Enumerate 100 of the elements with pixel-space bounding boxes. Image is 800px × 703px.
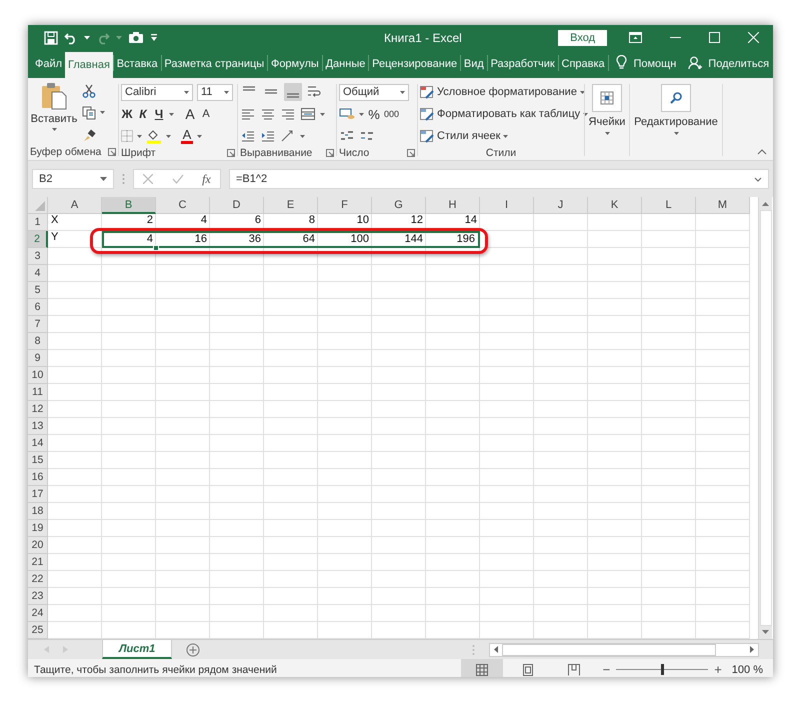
scroll-up-icon[interactable] [762,202,769,206]
column-header[interactable]: C [156,197,210,214]
row-header[interactable]: 8 [28,333,48,350]
ribbon-tab[interactable]: Главная [65,52,113,78]
zoom-out-button[interactable]: − [598,662,614,677]
caret-icon[interactable] [300,134,305,138]
row-header[interactable]: 21 [28,554,48,571]
thousands-separator-button[interactable]: 000 [384,109,400,119]
dialog-launcher-icon[interactable] [326,149,334,157]
cells-button[interactable]: Ячейки [587,82,627,160]
caret-icon[interactable] [137,134,142,138]
ribbon-display-icon[interactable] [629,32,642,43]
row-header[interactable]: 13 [28,418,48,435]
bold-button[interactable]: Ж [121,107,133,121]
caret-icon[interactable] [320,112,325,116]
zoom-slider-thumb[interactable] [661,664,664,675]
scroll-right-icon[interactable] [750,646,754,653]
zoom-in-button[interactable]: + [710,662,726,677]
customize-icon[interactable] [150,33,158,42]
dialog-launcher-icon[interactable] [407,149,415,157]
formula-input[interactable]: =B1^2 [229,169,769,189]
ribbon-tab[interactable]: Вставка [114,52,161,76]
row-header[interactable]: 22 [28,571,48,588]
row-header[interactable]: 9 [28,350,48,367]
row-header[interactable]: 14 [28,435,48,452]
number-format-dropdown[interactable]: Общий [339,84,409,100]
caret-icon[interactable] [84,36,90,40]
caret-icon[interactable] [197,134,202,138]
scroll-left-icon[interactable] [494,646,498,653]
column-header[interactable]: J [534,197,588,214]
row-header[interactable]: 19 [28,520,48,537]
currency-icon[interactable] [339,107,355,121]
column-header[interactable]: A [48,197,102,214]
row-header[interactable]: 18 [28,503,48,520]
insert-function-button[interactable]: fx [202,172,211,186]
row-header[interactable]: 16 [28,469,48,486]
row-header[interactable]: 5 [28,282,48,299]
dialog-launcher-icon[interactable] [108,148,116,156]
row-header[interactable]: 7 [28,316,48,333]
styles-menu-button[interactable]: Стили ячеек [420,126,582,146]
column-header[interactable]: M [696,197,750,214]
row-header[interactable]: 6 [28,299,48,316]
row-header[interactable]: 17 [28,486,48,503]
column-header[interactable]: I [480,197,534,214]
maximize-icon[interactable] [709,32,720,43]
row-header[interactable]: 25 [28,622,48,639]
ribbon-tab[interactable]: Данные [322,52,368,76]
lightbulb-icon[interactable] [616,55,628,70]
font-name-dropdown[interactable]: Calibri [121,84,193,100]
caret-icon[interactable] [166,134,171,138]
ribbon-tab[interactable]: Файл [32,52,66,76]
align-bottom-icon[interactable] [284,83,302,101]
fill-handle[interactable] [153,245,159,251]
increase-decimal-icon[interactable] [339,129,355,143]
sheet-tab[interactable]: Лист1 [102,640,172,659]
fill-color-icon[interactable] [146,128,162,144]
caret-icon[interactable] [169,112,174,116]
row-header[interactable]: 3 [28,248,48,265]
increase-font-size-button[interactable]: A [184,106,196,122]
ribbon-tab[interactable]: Разметка страницы [161,52,268,76]
expand-icon[interactable] [754,176,762,182]
caret-icon[interactable] [100,177,107,181]
column-header[interactable]: H [426,197,480,214]
dialog-launcher-icon[interactable] [227,149,235,157]
share-button[interactable]: Поделиться [708,52,770,76]
caret-icon[interactable] [184,90,189,94]
column-header[interactable]: L [642,197,696,214]
row-header[interactable]: 15 [28,452,48,469]
undo-icon[interactable] [64,30,78,44]
normal-view-button[interactable] [460,659,503,677]
scissors-icon[interactable] [82,84,96,98]
caret-icon[interactable] [100,111,105,114]
row-header[interactable]: 10 [28,367,48,384]
underline-button[interactable]: Ч [153,107,165,121]
row-header[interactable]: 24 [28,605,48,622]
close-icon[interactable] [748,32,759,43]
row-header[interactable]: 4 [28,265,48,282]
row-header[interactable]: 23 [28,588,48,605]
row-header[interactable]: 2 [28,231,48,248]
ribbon-tab[interactable]: Рецензирование [369,52,460,76]
column-header[interactable]: F [318,197,372,214]
decrease-font-size-button[interactable]: A [200,108,212,120]
scroll-down-icon[interactable] [762,630,769,634]
caret-icon[interactable] [400,90,405,94]
ribbon-tab[interactable]: Справка [558,52,608,76]
editing-button[interactable]: Редактирование [632,82,720,160]
row-header[interactable]: 20 [28,537,48,554]
align-center-icon[interactable] [260,107,276,121]
ribbon-tab[interactable]: Вид [460,52,487,76]
column-header[interactable]: E [264,197,318,214]
row-header[interactable]: 1 [28,214,48,231]
caret-icon[interactable] [224,90,229,94]
help-search-button[interactable]: Помощн [633,52,676,76]
person-icon[interactable] [688,56,702,70]
column-header[interactable]: G [372,197,426,214]
align-left-icon[interactable] [240,107,256,121]
save-icon[interactable] [44,30,58,44]
percent-button[interactable]: % [368,106,380,122]
borders-icon[interactable] [121,130,133,142]
collapse-ribbon-icon[interactable] [757,149,767,155]
